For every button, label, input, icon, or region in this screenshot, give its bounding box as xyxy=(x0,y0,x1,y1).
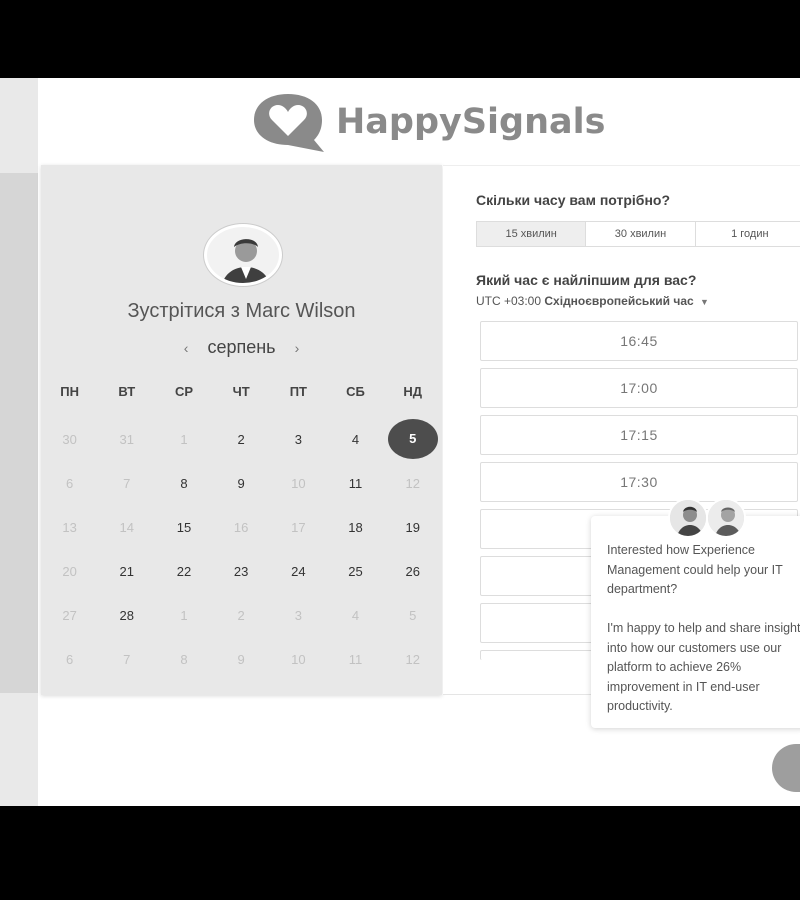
calendar-day[interactable]: 15 xyxy=(155,520,212,535)
duration-selector: 15 хвилин 30 хвилин 1 годин xyxy=(476,221,800,247)
calendar-week-row: 6 7 8 9 10 11 12 xyxy=(41,637,442,681)
timezone-offset: UTC +03:00 xyxy=(476,294,542,308)
agent-avatar xyxy=(668,498,708,538)
calendar-day: 1 xyxy=(180,607,188,623)
time-question: Який час є найліпшим для вас? xyxy=(476,272,697,288)
timezone-selector[interactable]: UTC +03:00 Східноєвропейський час ▼ xyxy=(476,294,709,308)
calendar-day: 6 xyxy=(65,651,74,667)
time-slot-button[interactable]: 17:30 xyxy=(480,462,798,502)
calendar-day[interactable]: 28 xyxy=(98,608,155,623)
calendar-day[interactable]: 19 xyxy=(384,520,441,535)
calendar-day: 7 xyxy=(123,651,131,667)
month-label: серпень xyxy=(207,337,276,357)
calendar-day: 31 xyxy=(119,431,135,447)
calendar-day[interactable]: 25 xyxy=(327,564,384,579)
month-navigator: ‹ серпень › xyxy=(41,337,442,358)
calendar-day: 3 xyxy=(294,607,302,623)
calendar-day[interactable]: 26 xyxy=(384,564,441,579)
calendar-day: 1 xyxy=(180,431,188,447)
heart-bubble-icon xyxy=(252,90,324,154)
calendar-day: 12 xyxy=(405,651,420,667)
calendar-day: 20 xyxy=(62,563,77,579)
meet-title: Зустрітися з Marc Wilson xyxy=(127,300,356,322)
brand-name: HappySignals xyxy=(336,102,606,142)
calendar-day: 8 xyxy=(180,651,188,667)
duration-question: Скільки часу вам потрібно? xyxy=(476,192,671,208)
calendar-day: 11 xyxy=(348,651,363,667)
calendar-day: 12 xyxy=(405,475,420,491)
weekday-label: СБ xyxy=(346,384,365,399)
calendar-day[interactable]: 2 xyxy=(213,432,270,447)
calendar-day: 7 xyxy=(123,475,131,491)
calendar-day: 30 xyxy=(62,431,77,447)
calendar-day: 4 xyxy=(351,607,360,623)
calendar-day: 27 xyxy=(62,607,77,623)
duration-option[interactable]: 15 хвилин xyxy=(477,222,587,246)
calendar-day: 10 xyxy=(291,475,306,491)
weekday-label: ВТ xyxy=(118,384,136,399)
time-slot-button[interactable]: 17:00 xyxy=(480,368,798,408)
weekday-header: ПН ВТ СР ЧТ ПТ СБ НД xyxy=(41,384,442,399)
calendar-day[interactable]: 8 xyxy=(155,476,212,491)
brand-logo: HappySignals xyxy=(252,90,605,154)
left-edge-shadow xyxy=(0,173,38,693)
calendar-panel: Зустрітися з Marc Wilson ‹ серпень › ПН В… xyxy=(41,165,442,695)
time-slot-button[interactable]: 16:45 xyxy=(480,321,798,361)
app-frame: HappySignals Зустрітися з Marc Wilson ‹ … xyxy=(0,78,800,806)
calendar-day: 6 xyxy=(65,475,74,491)
calendar-day: 13 xyxy=(62,519,77,535)
duration-option[interactable]: 1 годин xyxy=(696,222,800,246)
weekday-label: СР xyxy=(174,384,193,399)
calendar-day-selected[interactable]: 5 xyxy=(384,419,441,459)
calendar-day: 10 xyxy=(291,651,306,667)
timezone-name: Східноєвропейський час xyxy=(544,294,694,308)
calendar-week-row: 6 7 8 9 10 11 12 xyxy=(41,461,442,505)
calendar-day[interactable]: 23 xyxy=(213,564,270,579)
chat-agent-avatars xyxy=(668,498,758,538)
host-avatar xyxy=(204,224,282,286)
chat-popup[interactable]: Interested how Experience Management cou… xyxy=(591,516,800,728)
weekday-label: ЧТ xyxy=(232,384,250,399)
calendar-week-row: 20 21 22 23 24 25 26 xyxy=(41,549,442,593)
chat-message: Interested how Experience Management cou… xyxy=(607,543,783,596)
calendar-week-row: 13 14 15 16 17 18 19 xyxy=(41,505,442,549)
calendar-day[interactable]: 21 xyxy=(98,564,155,579)
chevron-left-icon[interactable]: ‹ xyxy=(184,340,189,356)
calendar-week-row: 30 31 1 2 3 4 5 xyxy=(41,417,442,461)
calendar-day[interactable]: 22 xyxy=(155,564,212,579)
duration-option[interactable]: 30 хвилин xyxy=(586,222,696,246)
time-slot-button[interactable]: 17:15 xyxy=(480,415,798,455)
calendar-day[interactable]: 9 xyxy=(213,476,270,491)
weekday-label: НД xyxy=(403,384,423,399)
chat-message: I'm happy to help and share insight into… xyxy=(607,621,800,713)
calendar-day[interactable]: 18 xyxy=(327,520,384,535)
calendar-day: 14 xyxy=(119,519,135,535)
weekday-label: ПТ xyxy=(289,384,307,399)
calendar-day: 16 xyxy=(233,519,249,535)
calendar-day: 17 xyxy=(291,519,306,535)
calendar-day[interactable]: 24 xyxy=(270,564,327,579)
calendar-day[interactable]: 3 xyxy=(270,432,327,447)
weekday-label: ПН xyxy=(60,384,79,399)
calendar-day[interactable]: 4 xyxy=(327,432,384,447)
chevron-right-icon[interactable]: › xyxy=(295,340,300,356)
calendar-week-row: 27 28 1 2 3 4 5 xyxy=(41,593,442,637)
calendar-day: 9 xyxy=(237,651,245,667)
caret-down-icon: ▼ xyxy=(700,297,709,307)
calendar-grid: 30 31 1 2 3 4 5 6 7 8 9 10 11 12 13 14 15 16 17 18 19 20 21 22 2… xyxy=(41,417,442,681)
chat-launcher-button[interactable] xyxy=(772,744,800,792)
calendar-day: 5 xyxy=(409,607,417,623)
agent-avatar xyxy=(706,498,746,538)
calendar-day: 2 xyxy=(237,607,245,623)
calendar-day[interactable]: 11 xyxy=(327,476,384,491)
